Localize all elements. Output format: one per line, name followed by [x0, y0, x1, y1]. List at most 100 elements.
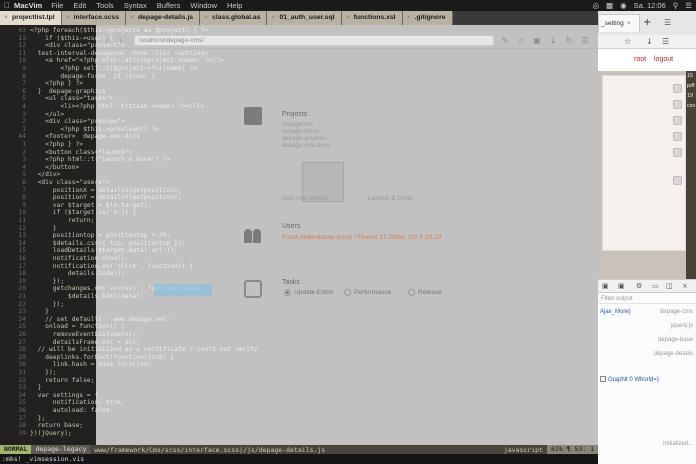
add-project-link[interactable]: Add new project — [282, 195, 329, 202]
menu-icon[interactable]: ☰ — [580, 36, 590, 46]
close-icon[interactable]: × — [4, 14, 8, 21]
root-link[interactable]: root — [634, 56, 646, 63]
new-tab-icon[interactable]: + — [643, 17, 651, 28]
pencil-icon[interactable]: ✎ — [500, 36, 510, 46]
console-row: depage-details — [653, 351, 693, 357]
clock[interactable]: Sa. 12:06 — [634, 1, 666, 10]
vim-tab-depage-details[interactable]: × depage-details.js — [126, 11, 201, 25]
close-icon[interactable]: × — [682, 282, 688, 290]
project-item[interactable]: depage-cms-docs — [282, 143, 330, 150]
menu-icon[interactable]: ☰ — [664, 18, 671, 27]
task-radio-icon[interactable] — [344, 289, 351, 296]
reload-icon[interactable]: ↻ — [564, 36, 574, 46]
split-icon[interactable]: ◫ — [666, 282, 673, 290]
close-icon[interactable]: × — [204, 14, 208, 21]
line-number: 6 — [22, 87, 26, 95]
vim-tab-auth-user-sql[interactable]: × 01_auth_user.sql — [267, 11, 342, 25]
browser-toolbar: ☆ ↓ ☰ — [598, 35, 696, 49]
file-type: javascript — [503, 445, 543, 454]
back-icon[interactable]: ‹ — [102, 36, 112, 46]
project-item[interactable]: depage-graphics — [282, 136, 330, 143]
vim-tab-interface[interactable]: × interface.scss — [61, 11, 126, 25]
spotlight-icon[interactable]: ⚲ — [673, 1, 679, 10]
code-text: } — [30, 224, 57, 232]
line-number: 28 — [18, 346, 26, 354]
close-icon[interactable]: × — [66, 14, 70, 21]
url-field[interactable]: localhost/depage-cms/ — [134, 35, 494, 46]
menu-help[interactable]: Help — [227, 1, 242, 10]
vim-mode-indicator: NORMAL — [0, 445, 32, 454]
gear-icon[interactable]: ⚙ — [636, 282, 642, 290]
battery-icon[interactable]: ▩ — [606, 1, 613, 10]
project-item[interactable]: depage-forms — [282, 129, 330, 136]
line-number: 12 — [18, 42, 26, 50]
line-number: 24 — [18, 315, 26, 323]
logout-link[interactable]: logout — [654, 56, 673, 63]
apple-icon[interactable]:  — [0, 1, 14, 10]
bookmark-icon[interactable]: ▣ — [532, 36, 542, 46]
file-thumbnail[interactable] — [673, 116, 682, 125]
forward-icon[interactable]: › — [116, 36, 126, 46]
task-radio-icon[interactable] — [408, 289, 415, 296]
app-name-menu[interactable]: MacVim — [14, 1, 42, 10]
tasks-title: Tasks — [282, 279, 300, 286]
sync-icon[interactable]: ◎ — [592, 1, 599, 10]
task-item[interactable]: Update Editor — [284, 289, 334, 296]
console-row: Graphit 0 Whorld=) — [598, 376, 696, 385]
download-icon[interactable]: ↓ — [548, 36, 558, 46]
vim-command-line[interactable]: :mks! _vimsession.vis — [0, 454, 598, 464]
users-icon — [244, 225, 262, 243]
line-number: 7 — [22, 186, 26, 194]
close-icon[interactable]: × — [627, 20, 631, 27]
vim-tab-gitignore[interactable]: × .gitignore — [402, 11, 453, 25]
inspector-icon[interactable]: ▣ — [602, 282, 609, 290]
user-link[interactable]: Frank Hellenkamp (root) / Firefox 37.0/M… — [282, 234, 441, 241]
menu-file[interactable]: File — [51, 1, 63, 10]
file-thumbnail[interactable] — [673, 148, 682, 157]
checkbox-icon[interactable] — [600, 376, 606, 383]
task-item[interactable]: Performance — [344, 289, 391, 296]
file-thumbnail[interactable] — [673, 132, 682, 141]
menu-icon[interactable]: ☰ — [662, 37, 669, 46]
file-thumbnail[interactable] — [673, 100, 682, 109]
line-number: 34 — [18, 391, 26, 399]
close-icon[interactable]: × — [130, 14, 134, 21]
close-icon[interactable]: × — [271, 14, 275, 21]
menu-tools[interactable]: Tools — [96, 1, 114, 10]
devtools-filter-input[interactable]: Filter output — [598, 294, 696, 304]
menu-edit[interactable]: Edit — [73, 1, 86, 10]
line-number: 8 — [22, 194, 26, 202]
tasks-icon — [244, 280, 262, 298]
notification-center-icon[interactable]: ☰ — [685, 1, 692, 10]
vim-tab-projectlist[interactable]: × projectlist.tpl — [0, 11, 62, 25]
console-row: jquery.js — [671, 323, 693, 329]
wifi-icon[interactable]: ◉ — [620, 1, 627, 10]
star-icon[interactable]: ☆ — [624, 37, 631, 46]
task-item[interactable]: Release — [408, 289, 442, 296]
console-row: Initialized... — [662, 441, 693, 447]
star-icon[interactable]: ☆ — [516, 36, 526, 46]
line-number: 13 — [18, 232, 26, 240]
menu-syntax[interactable]: Syntax — [124, 1, 147, 10]
menu-window[interactable]: Window — [190, 1, 217, 10]
line-number: 1 — [22, 141, 26, 148]
console-icon[interactable]: ▣ — [618, 282, 625, 290]
launch-button[interactable]: Launch & Done — [368, 195, 413, 202]
line-number: 20 — [18, 285, 26, 293]
line-number: 3 — [22, 110, 26, 118]
project-item[interactable]: depagecms — [282, 122, 330, 129]
file-thumbnail[interactable] — [673, 176, 682, 185]
code-text: }); — [30, 369, 57, 376]
code-text: </div> — [30, 171, 61, 179]
dock-icon[interactable]: ▭ — [652, 282, 659, 290]
download-icon[interactable]: ↓ — [646, 37, 653, 46]
close-icon[interactable]: × — [346, 14, 350, 21]
menu-buffers[interactable]: Buffers — [157, 1, 181, 10]
close-icon[interactable]: × — [407, 14, 411, 21]
browser-tab[interactable]: _setting × — [598, 14, 640, 32]
divider — [286, 271, 586, 272]
file-thumbnail[interactable] — [673, 84, 682, 93]
vim-tab-class-global[interactable]: × class.global.as — [200, 11, 268, 25]
vim-tab-functions-xsl[interactable]: × functions.xsl — [341, 11, 403, 25]
task-radio-icon[interactable] — [284, 289, 291, 296]
